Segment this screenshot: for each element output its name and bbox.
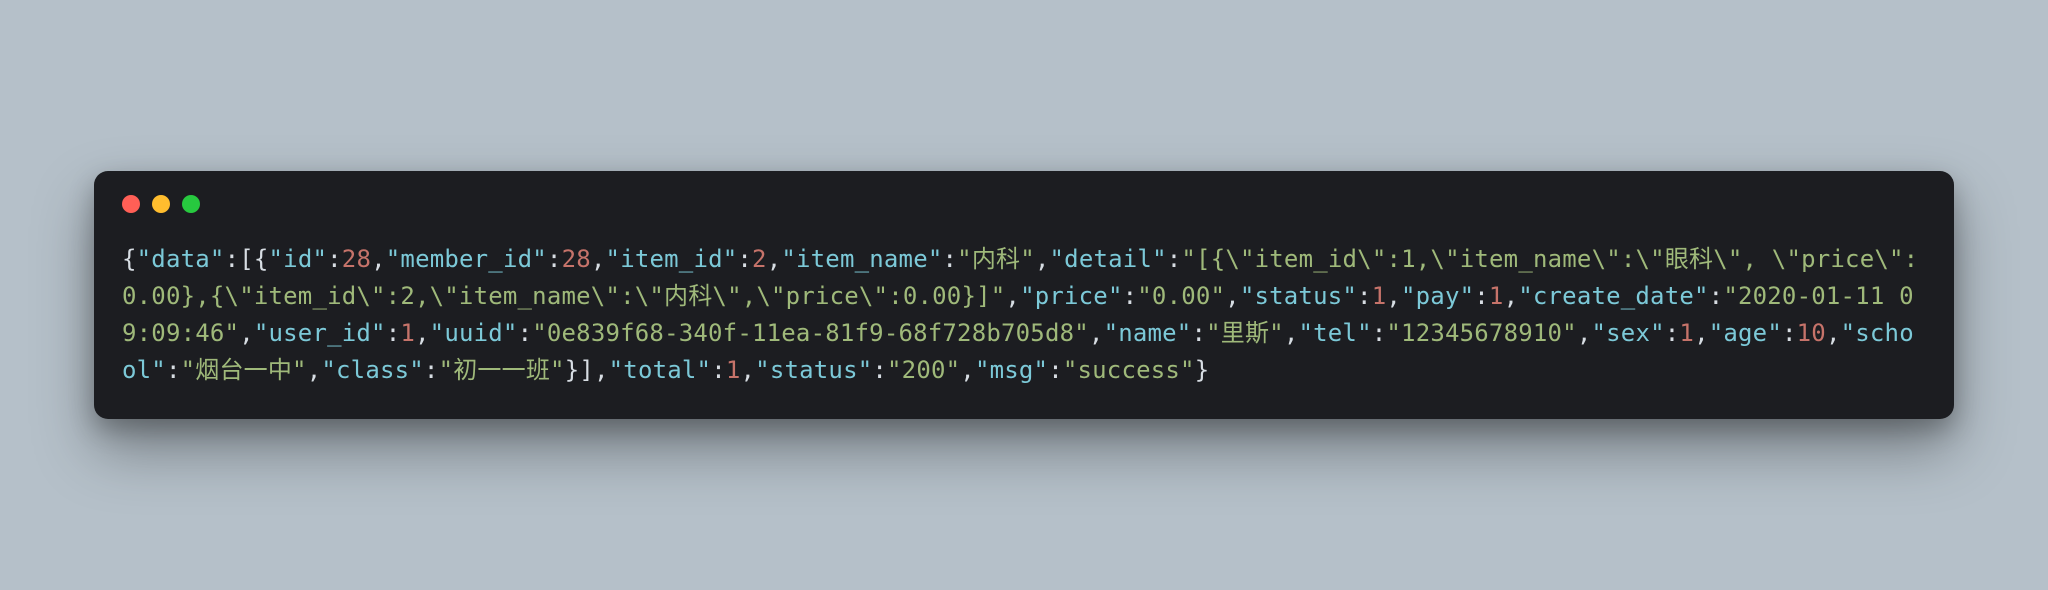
code-token-key: "uuid"	[430, 319, 518, 347]
code-token-punc: {	[254, 245, 269, 273]
code-token-str: "烟台一中"	[181, 356, 307, 384]
code-token-punc: :	[327, 245, 342, 273]
code-token-punc: ,	[1005, 282, 1020, 310]
code-token-punc: }	[565, 356, 580, 384]
code-token-punc: ,	[1386, 282, 1401, 310]
code-token-key: "age"	[1709, 319, 1782, 347]
code-token-punc: ,	[1577, 319, 1592, 347]
code-token-key: "data"	[137, 245, 225, 273]
code-token-punc: ,	[1826, 319, 1841, 347]
code-token-punc: ,	[1225, 282, 1240, 310]
code-token-punc: ,	[741, 356, 756, 384]
code-token-key: "name"	[1104, 319, 1192, 347]
code-token-str: "0e839f68-340f-11ea-81f9-68f728b705d8"	[532, 319, 1089, 347]
code-token-punc: :	[386, 319, 401, 347]
maximize-icon[interactable]	[182, 195, 200, 213]
code-token-punc: ,	[1284, 319, 1299, 347]
code-token-punc: :	[1665, 319, 1680, 347]
code-token-punc: ]	[579, 356, 594, 384]
code-token-punc: :	[166, 356, 181, 384]
code-token-key: "status"	[755, 356, 872, 384]
code-token-key: "id"	[269, 245, 328, 273]
code-token-key: "user_id"	[254, 319, 386, 347]
code-token-punc: ,	[307, 356, 322, 384]
code-token-punc: :	[1474, 282, 1489, 310]
code-token-key: "class"	[321, 356, 424, 384]
code-token-key: "item_id"	[606, 245, 738, 273]
code-token-key: "tel"	[1298, 319, 1371, 347]
code-token-key: "pay"	[1401, 282, 1474, 310]
code-token-key: "create_date"	[1518, 282, 1708, 310]
code-token-punc: }	[1195, 356, 1210, 384]
code-token-punc: ,	[371, 245, 386, 273]
code-token-punc: :	[1372, 319, 1387, 347]
code-token-punc: :	[711, 356, 726, 384]
code-content: {"data":[{"id":28,"member_id":28,"item_i…	[122, 241, 1926, 390]
code-token-num: 1	[1679, 319, 1694, 347]
code-token-num: 28	[562, 245, 591, 273]
code-token-punc: :	[943, 245, 958, 273]
terminal-window: {"data":[{"id":28,"member_id":28,"item_i…	[94, 171, 1954, 420]
code-token-punc: ,	[594, 356, 609, 384]
code-token-punc: ,	[1089, 319, 1104, 347]
code-token-num: 28	[342, 245, 371, 273]
code-token-num: 1	[1372, 282, 1387, 310]
code-token-punc: :	[1357, 282, 1372, 310]
code-token-key: "sex"	[1592, 319, 1665, 347]
code-token-punc: :	[737, 245, 752, 273]
close-icon[interactable]	[122, 195, 140, 213]
code-token-num: 10	[1797, 319, 1826, 347]
code-token-num: 1	[726, 356, 741, 384]
code-token-punc: ,	[415, 319, 430, 347]
code-token-punc: {	[122, 245, 137, 273]
code-token-punc: :	[1167, 245, 1182, 273]
code-token-punc: ,	[1035, 245, 1050, 273]
code-token-num: 1	[1489, 282, 1504, 310]
code-token-str: "success"	[1063, 356, 1195, 384]
code-token-key: "msg"	[975, 356, 1048, 384]
code-token-punc: :	[1709, 282, 1724, 310]
code-token-punc: :	[1191, 319, 1206, 347]
code-token-punc: :	[547, 245, 562, 273]
code-token-num: 2	[752, 245, 767, 273]
code-token-str: "初一一班"	[439, 356, 565, 384]
code-token-key: "price"	[1020, 282, 1123, 310]
code-token-punc: :	[1123, 282, 1138, 310]
code-token-punc: :	[872, 356, 887, 384]
code-token-key: "detail"	[1050, 245, 1167, 273]
code-token-punc: ,	[1504, 282, 1519, 310]
code-token-key: "member_id"	[386, 245, 547, 273]
code-token-punc: :[	[225, 245, 254, 273]
minimize-icon[interactable]	[152, 195, 170, 213]
code-token-punc: ,	[1694, 319, 1709, 347]
code-token-punc: :	[1048, 356, 1063, 384]
code-token-num: 1	[400, 319, 415, 347]
code-token-key: "item_name"	[781, 245, 942, 273]
window-titlebar	[122, 195, 1926, 213]
code-token-punc: ,	[767, 245, 782, 273]
code-token-punc: ,	[591, 245, 606, 273]
code-token-punc: ,	[960, 356, 975, 384]
code-token-str: "200"	[887, 356, 960, 384]
code-token-str: "0.00"	[1137, 282, 1225, 310]
code-token-key: "status"	[1240, 282, 1357, 310]
code-token-key: "total"	[609, 356, 712, 384]
code-token-punc: :	[518, 319, 533, 347]
code-token-str: "12345678910"	[1386, 319, 1576, 347]
code-token-str: "内科"	[957, 245, 1035, 273]
code-token-punc: ,	[239, 319, 254, 347]
code-token-str: "里斯"	[1206, 319, 1284, 347]
code-token-punc: :	[1782, 319, 1797, 347]
code-token-punc: :	[424, 356, 439, 384]
